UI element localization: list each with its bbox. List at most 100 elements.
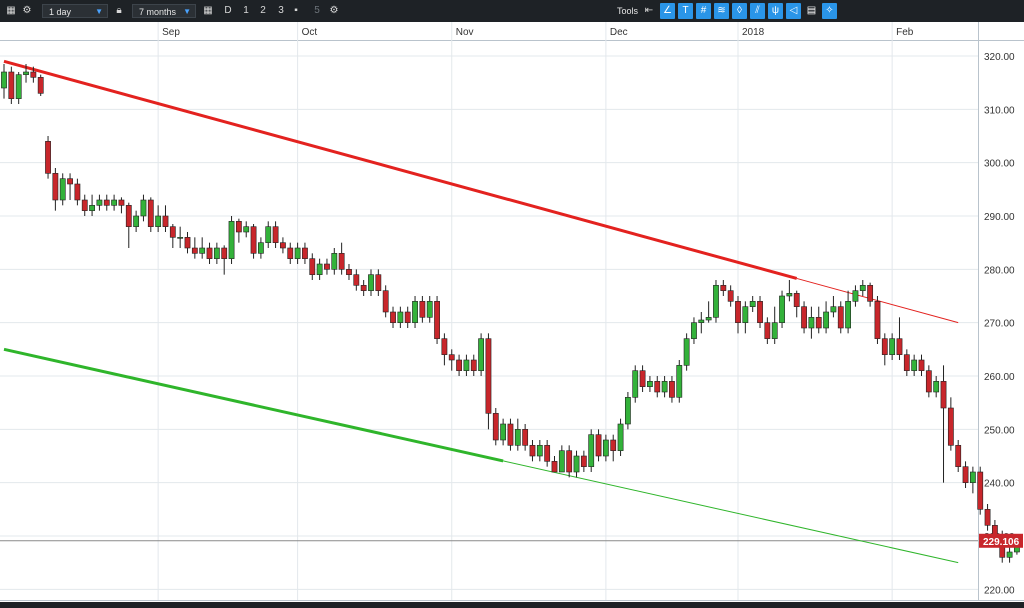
candle-up (1006, 551, 1013, 558)
candle-up (845, 301, 851, 329)
bottom-scrollbar[interactable] (0, 602, 1024, 608)
candle-up (602, 439, 609, 457)
candle-down (456, 359, 462, 371)
x-tick-label: Nov (456, 27, 474, 38)
candle-down (727, 290, 734, 302)
candle-up (265, 226, 272, 243)
support-trendline (3, 347, 504, 463)
candle-up (500, 423, 507, 441)
candle-up (705, 317, 712, 321)
candle-up (536, 445, 543, 457)
candle-up (23, 71, 29, 75)
candle-up (742, 306, 749, 323)
candle-up (830, 306, 837, 313)
candle-down (441, 338, 448, 355)
candle-up (140, 199, 147, 217)
candle-down (74, 183, 81, 201)
candle-down (815, 317, 822, 329)
candle-up (647, 381, 653, 387)
candle-up (1, 71, 7, 89)
candle-down (169, 226, 176, 238)
candle-up (808, 317, 815, 329)
price-tag-label: 229.106 (983, 537, 1020, 548)
candle-up (786, 293, 793, 297)
y-tick-label: 280.00 (984, 265, 1015, 276)
month-axis-bg (0, 22, 1024, 40)
candle-down (250, 226, 257, 254)
candle-down (507, 423, 514, 446)
candle-up (368, 274, 374, 291)
candle-up (316, 263, 323, 275)
candle-down (529, 445, 536, 457)
candle-down (404, 311, 411, 323)
candle-down (390, 311, 396, 323)
candle-up (823, 311, 829, 329)
candle-down (302, 247, 308, 259)
candle-up (771, 322, 778, 339)
candle-up (617, 423, 624, 451)
candle-down (434, 301, 440, 339)
candle-up (852, 290, 859, 302)
candle-down (522, 429, 529, 446)
candle-up (661, 381, 668, 393)
candle-up (257, 242, 264, 254)
candle-down (419, 301, 426, 318)
candle-down (287, 247, 294, 259)
candle-down (37, 77, 44, 94)
candle-down (191, 247, 198, 254)
candle-up (59, 178, 66, 201)
candle-up (331, 253, 338, 270)
candle-down (610, 439, 617, 451)
candle-up (412, 301, 418, 323)
candle-down (837, 306, 844, 329)
candle-up (779, 295, 785, 323)
y-tick-label: 270.00 (984, 319, 1015, 330)
candle-down (235, 221, 242, 233)
candle-down (485, 338, 492, 414)
x-tick-label: Dec (610, 27, 628, 38)
candle-down (544, 445, 551, 462)
candle-up (588, 434, 595, 467)
candle-down (206, 247, 213, 259)
candle-up (397, 311, 404, 323)
candle-up (713, 285, 719, 318)
candle-down (874, 301, 881, 339)
candle-down (867, 285, 874, 302)
candle-down (492, 413, 499, 441)
candle-down (551, 461, 558, 473)
candle-down (81, 199, 88, 211)
candle-down (977, 471, 984, 510)
candle-down (147, 199, 154, 227)
candle-up (859, 285, 866, 291)
candle-up (228, 221, 235, 259)
y-tick-label: 320.00 (984, 52, 1015, 63)
candle-up (969, 471, 976, 483)
candle-down (654, 381, 661, 393)
candle-down (8, 71, 15, 99)
candle-up (749, 301, 756, 307)
candle-down (940, 381, 947, 409)
candle-up (213, 247, 220, 259)
x-tick-label: Feb (896, 27, 914, 38)
candle-down (45, 141, 51, 174)
candle-up (177, 237, 184, 239)
candle-down (580, 455, 587, 467)
candle-down (353, 274, 360, 286)
support-trendline-extension (503, 460, 959, 564)
candle-up (243, 226, 250, 233)
candle-up (478, 338, 484, 371)
candle-down (375, 274, 382, 291)
candle-down (962, 466, 969, 483)
candle-up (15, 74, 22, 99)
candle-down (757, 301, 763, 323)
x-tick-label: 2018 (742, 27, 765, 38)
candle-up (683, 338, 690, 366)
candle-down (324, 263, 330, 270)
candle-down (903, 354, 910, 371)
y-tick-label: 260.00 (984, 372, 1015, 383)
candle-down (30, 71, 37, 78)
price-chart: 320.00 310.00 300.00 290.00 280.00 270.00 260.… (0, 22, 1024, 601)
candle-up (294, 247, 301, 259)
y-tick-label: 250.00 (984, 425, 1015, 436)
candle-down (162, 215, 169, 227)
